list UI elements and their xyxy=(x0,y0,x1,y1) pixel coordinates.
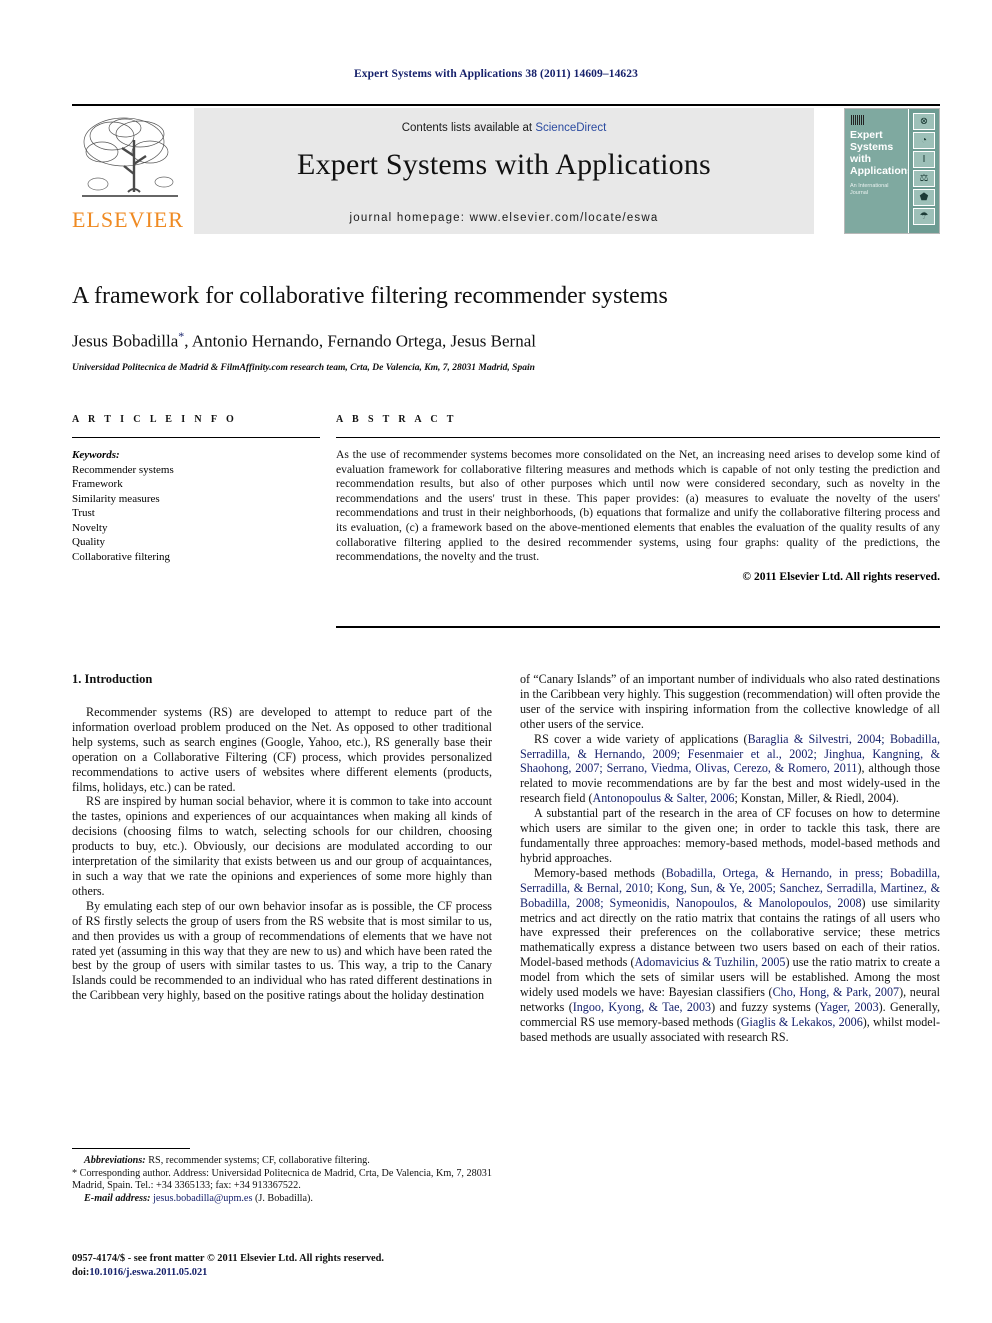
keyword-item: Trust xyxy=(72,507,95,519)
cover-title-line: Expert xyxy=(850,129,883,141)
citation-link[interactable]: Antonopoulus & Salter, 2006 xyxy=(593,791,735,805)
affiliation: Universidad Politecnica de Madrid & Film… xyxy=(72,362,535,373)
contents-prefix: Contents lists available at xyxy=(401,122,536,134)
paper-page: Expert Systems with Applications 38 (201… xyxy=(0,0,992,1323)
cover-title: Expert Systems with Applications xyxy=(850,129,914,177)
scales-icon: ⚖ xyxy=(913,170,935,187)
text-run: ; Konstan, Miller, & Riedl, 2004). xyxy=(734,791,899,806)
journal-masthead: ELSEVIER Contents lists available at Sci… xyxy=(72,104,940,234)
footnote-abbreviations: Abbreviations: RS, recommender systems; … xyxy=(72,1155,492,1168)
gauge-icon: ◔ xyxy=(913,132,935,149)
paragraph: Recommender systems (RS) are developed t… xyxy=(72,705,492,794)
divider xyxy=(72,437,320,438)
paragraph: By emulating each step of our own behavi… xyxy=(72,898,492,1003)
paragraph: RS are inspired by human social behavior… xyxy=(72,794,492,898)
elsevier-logo: ELSEVIER xyxy=(72,112,184,234)
copyright-line: © 2011 Elsevier Ltd. All rights reserved… xyxy=(742,569,940,583)
flask-icon: ☂ xyxy=(913,208,935,225)
keyword-item: Quality xyxy=(72,536,105,548)
abbreviations-label: Abbreviations: xyxy=(84,1155,146,1166)
doi-link[interactable]: 10.1016/j.eswa.2011.05.021 xyxy=(89,1267,207,1278)
elsevier-tree-icon xyxy=(78,112,182,208)
email-link[interactable]: jesus.bobadilla@upm.es xyxy=(151,1193,252,1204)
cover-title-line: with xyxy=(850,153,871,165)
keyword-item: Similarity measures xyxy=(72,492,160,505)
citation-link[interactable]: Yager, 2003 xyxy=(819,1000,878,1014)
keyword-item: Recommender systems xyxy=(72,463,174,476)
paragraph-continuation: of “Canary Islands” of an important numb… xyxy=(520,672,940,732)
text-run: ) and fuzzy systems ( xyxy=(711,999,820,1014)
email-label: E-mail address: xyxy=(84,1192,151,1204)
citation-link[interactable]: Adomavicius & Tuzhilin, 2005 xyxy=(635,955,786,969)
footnote-block: Abbreviations: RS, recommender systems; … xyxy=(72,1148,492,1205)
divider xyxy=(72,1148,190,1149)
title-block: A framework for collaborative filtering … xyxy=(72,282,940,374)
imprint-block: 0957-4174/$ - see front matter © 2011 El… xyxy=(72,1252,492,1279)
body-column-right: of “Canary Islands” of an important numb… xyxy=(520,672,940,1045)
divider xyxy=(336,437,940,438)
divider xyxy=(336,626,940,628)
text-run: A substantial part of the research in th… xyxy=(520,806,940,865)
running-head: Expert Systems with Applications 38 (201… xyxy=(354,68,638,80)
barcode-icon xyxy=(851,115,865,125)
text-run: Memory-based methods ( xyxy=(534,865,666,880)
journal-homepage-line: journal homepage: www.elsevier.com/locat… xyxy=(194,212,814,224)
keywords-list: Recommender systems Framework Similarity… xyxy=(72,463,320,565)
text-run: of “Canary Islands” of an important numb… xyxy=(520,672,940,731)
sciencedirect-link[interactable]: ScienceDirect xyxy=(535,122,606,134)
cover-title-line: Applications xyxy=(850,165,914,177)
keyword-item: Framework xyxy=(72,478,123,490)
paragraph: RS cover a wide variety of applications … xyxy=(520,732,940,807)
keyword-item: Novelty xyxy=(72,521,108,534)
author-list-rest: , Antonio Hernando, Fernando Ortega, Jes… xyxy=(184,331,536,351)
homepage-prefix: journal homepage: xyxy=(349,212,470,224)
footnote-corresponding-author: * Corresponding author. Address: Univers… xyxy=(72,1168,492,1193)
atom-icon: ⊗ xyxy=(913,113,935,130)
text-run: RS cover a wide variety of applications … xyxy=(534,731,748,746)
article-info-heading: A R T I C L E I N F O xyxy=(72,414,238,425)
body-column-left: 1. Introduction Recommender systems (RS)… xyxy=(72,672,492,1003)
cover-subtitle-line: Journal xyxy=(850,190,869,196)
citation-link[interactable]: Cho, Hong, & Park, 2007 xyxy=(773,985,899,999)
contents-list-line: Contents lists available at ScienceDirec… xyxy=(194,122,814,134)
bar-chart-icon: ‖ xyxy=(913,151,935,168)
journal-title: Expert Systems with Applications xyxy=(297,148,711,181)
abbreviations-text: RS, recommender systems; CF, collaborati… xyxy=(145,1155,370,1166)
keywords-label: Keywords: xyxy=(72,449,120,461)
email-owner: (J. Bobadilla). xyxy=(252,1192,313,1204)
doi-label: doi: xyxy=(72,1266,90,1278)
citation-link[interactable]: Ingoo, Kyong, & Tae, 2003 xyxy=(573,1000,711,1014)
cover-front-panel: Expert Systems with Applications An Inte… xyxy=(845,109,914,233)
paragraph: A substantial part of the research in th… xyxy=(520,806,940,866)
author-corresponding: Jesus Bobadilla xyxy=(72,331,179,351)
elsevier-wordmark: ELSEVIER xyxy=(72,207,184,232)
cover-subtitle-line: An International xyxy=(850,183,889,189)
doi-line: doi:10.1016/j.eswa.2011.05.021 xyxy=(72,1266,492,1280)
citation-link[interactable]: Giaglis & Lekakos, 2006 xyxy=(741,1015,863,1029)
abstract-column: A B S T R A C T As the use of recommende… xyxy=(336,414,940,584)
footnote-email: E-mail address: jesus.bobadilla@upm.es (… xyxy=(72,1193,492,1206)
section-heading-introduction: 1. Introduction xyxy=(72,672,153,686)
corresponding-author-text: Corresponding author. Address: Universid… xyxy=(72,1167,492,1192)
author-list: Jesus Bobadilla*, Antonio Hernando, Fern… xyxy=(72,326,940,352)
keyword-item: Collaborative filtering xyxy=(72,550,171,563)
microscope-icon: ⬟ xyxy=(913,189,935,206)
paragraph: Memory-based methods (Bobadilla, Ortega,… xyxy=(520,866,940,1045)
abstract-heading: A B S T R A C T xyxy=(336,414,457,425)
issn-front-matter: 0957-4174/$ - see front matter © 2011 El… xyxy=(72,1253,385,1264)
cover-icon-strip: ⊗ ◔ ‖ ⚖ ⬟ ☂ xyxy=(908,109,939,233)
article-info-column: A R T I C L E I N F O Keywords: Recommen… xyxy=(72,414,320,564)
homepage-url[interactable]: www.elsevier.com/locate/eswa xyxy=(470,212,659,224)
cover-subtitle: An International Journal xyxy=(850,183,908,197)
journal-cover-thumbnail: Expert Systems with Applications An Inte… xyxy=(844,108,940,234)
abstract-text: As the use of recommender systems become… xyxy=(336,448,940,564)
cover-title-line: Systems xyxy=(850,141,894,153)
masthead-banner: Contents lists available at ScienceDirec… xyxy=(194,108,814,234)
page-title: A framework for collaborative filtering … xyxy=(72,283,668,309)
